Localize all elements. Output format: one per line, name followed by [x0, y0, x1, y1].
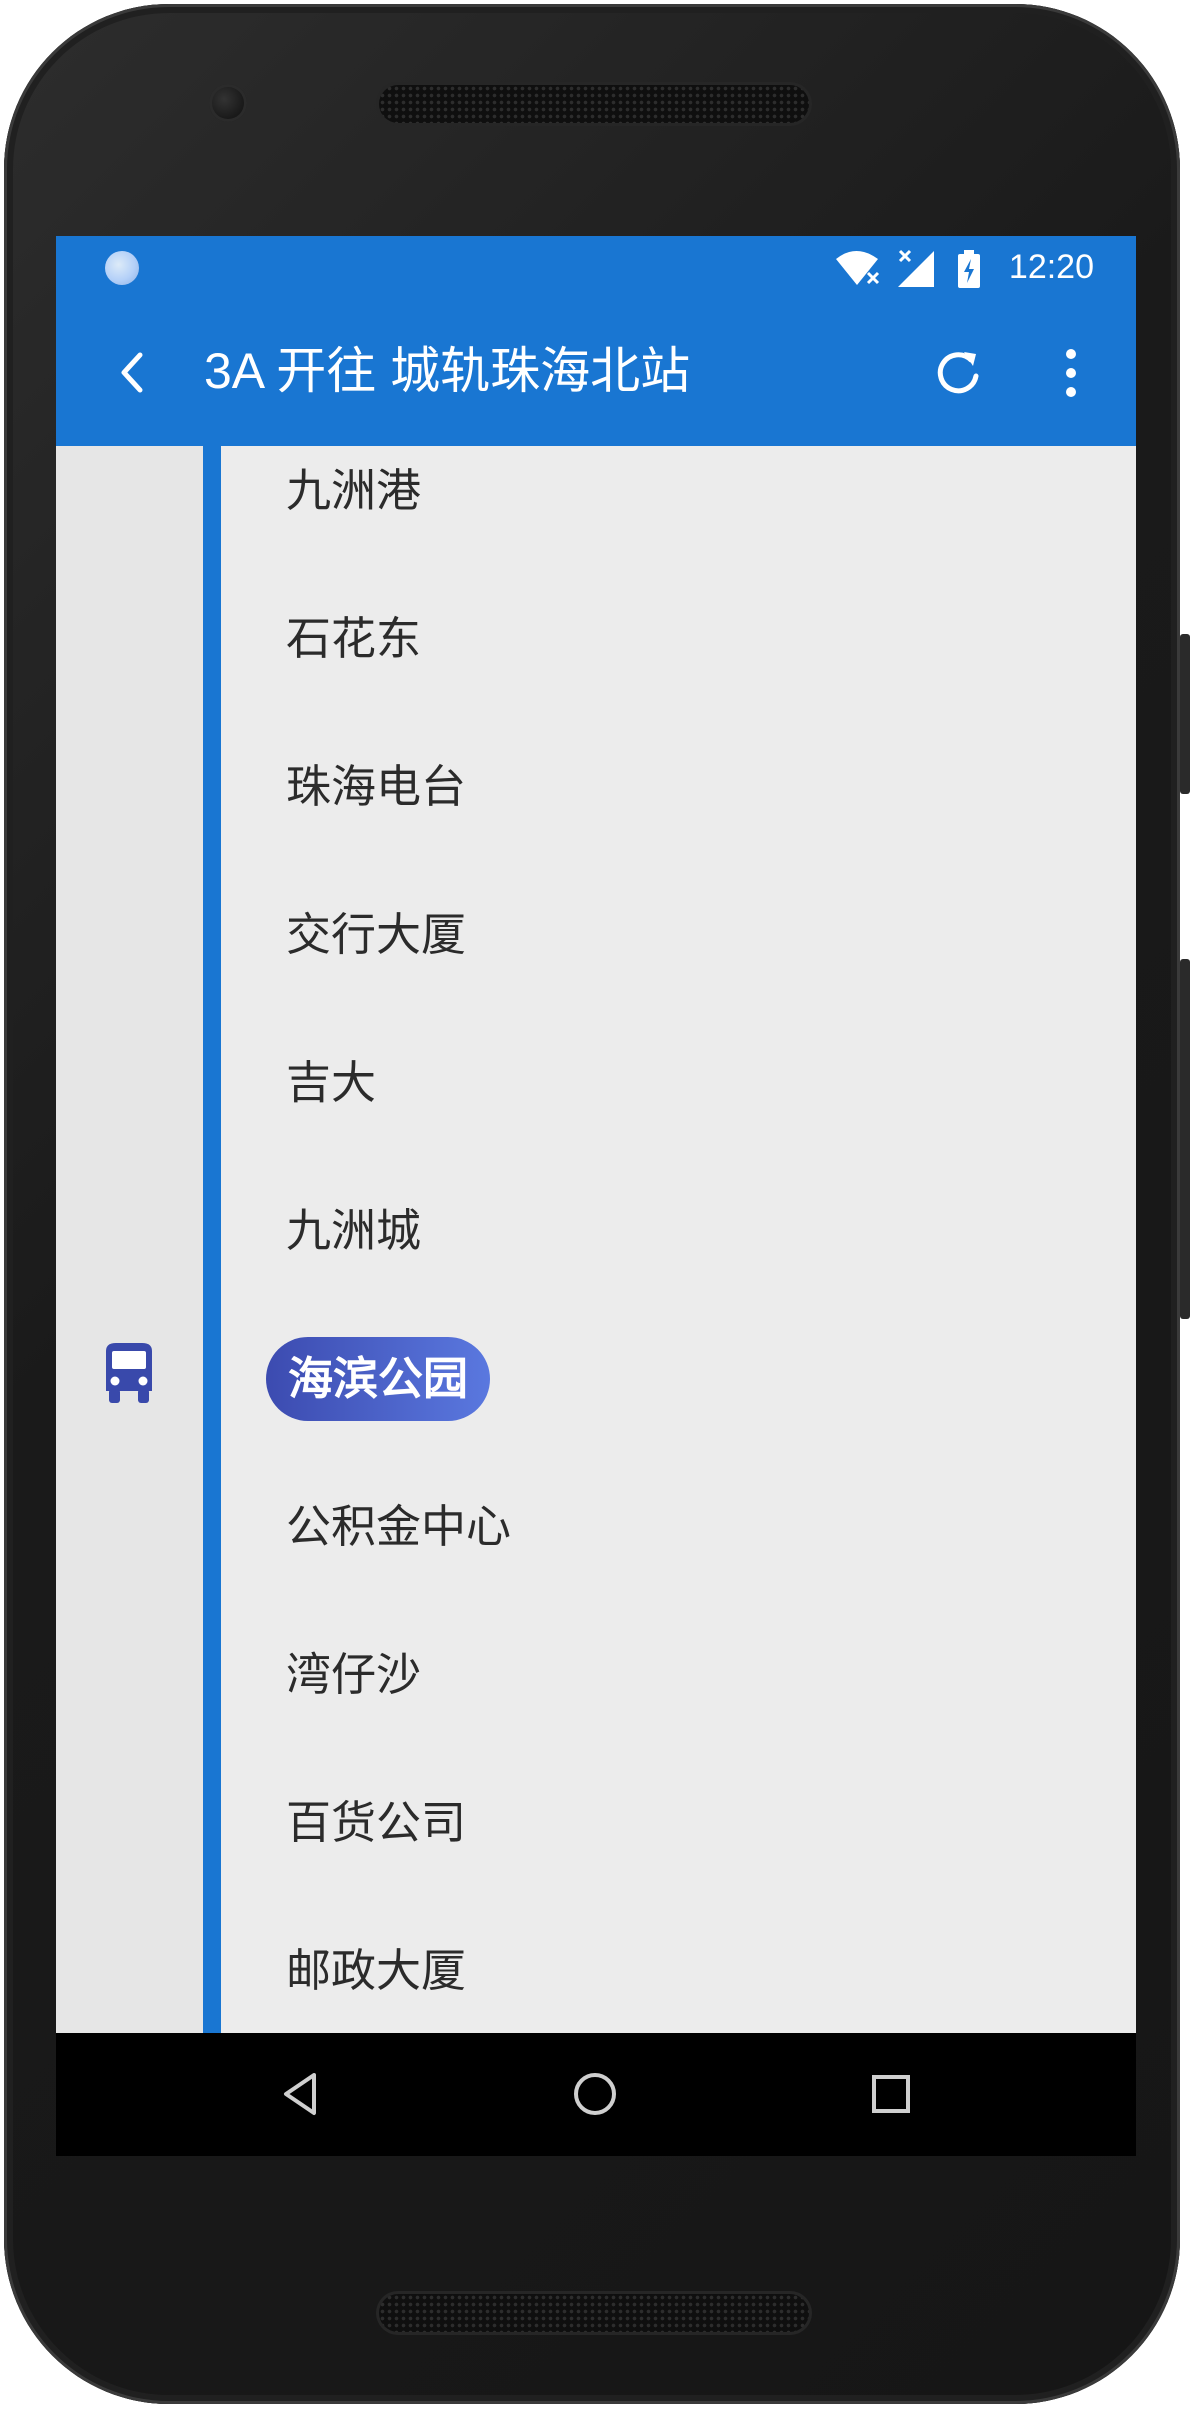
app-bar: 3A 开往 城轨珠海北站 — [56, 299, 1136, 446]
top-speaker-grille — [379, 85, 809, 123]
back-icon[interactable] — [106, 345, 161, 400]
stop-item[interactable]: 邮政大厦 — [286, 1941, 466, 2001]
wifi-icon — [836, 251, 880, 285]
route-line — [203, 446, 221, 2033]
stop-item[interactable]: 吉大 — [286, 1053, 376, 1113]
status-time: 12:20 — [1008, 248, 1094, 286]
phone-frame: 12:20 3A 开往 城轨珠海北站 九洲港 石花东 珠海电台 交行大厦 吉大 … — [4, 4, 1190, 2404]
cell-signal-icon — [898, 249, 934, 287]
back-triangle-icon[interactable] — [276, 2069, 326, 2119]
stop-item[interactable]: 石花东 — [286, 609, 421, 669]
bottom-speaker-grille — [379, 2294, 809, 2332]
status-bar: 12:20 — [56, 236, 1136, 299]
page-title: 3A 开往 城轨珠海北站 — [204, 343, 691, 399]
stop-item[interactable]: 湾仔沙 — [286, 1645, 421, 1705]
refresh-icon[interactable] — [931, 346, 985, 400]
stop-item[interactable]: 九洲港 — [286, 461, 421, 521]
notification-dot-icon — [105, 251, 139, 285]
front-camera — [209, 84, 247, 122]
stop-item[interactable]: 珠海电台 — [286, 757, 466, 817]
volume-button — [1180, 959, 1190, 1319]
more-vert-icon[interactable] — [1059, 345, 1083, 401]
stop-item[interactable]: 交行大厦 — [286, 905, 466, 965]
current-stop[interactable]: 海滨公园 — [266, 1337, 491, 1421]
home-circle-icon[interactable] — [570, 2069, 620, 2119]
recents-square-icon[interactable] — [866, 2069, 916, 2119]
system-nav-bar — [56, 2033, 1136, 2156]
vehicle-gutter — [56, 446, 203, 2033]
stop-item[interactable]: 百货公司 — [286, 1793, 466, 1853]
stop-item[interactable]: 公积金中心 — [286, 1497, 511, 1557]
screen: 12:20 3A 开往 城轨珠海北站 九洲港 石花东 珠海电台 交行大厦 吉大 … — [56, 236, 1136, 2156]
battery-charging-icon — [958, 250, 980, 288]
power-button — [1180, 634, 1190, 794]
bus-icon — [106, 1343, 152, 1403]
stop-list[interactable]: 九洲港石花东珠海电台交行大厦吉大九洲城海滨公园公积金中心湾仔沙百货公司邮政大厦 — [56, 446, 1136, 2033]
stop-item[interactable]: 九洲城 — [286, 1201, 421, 1261]
